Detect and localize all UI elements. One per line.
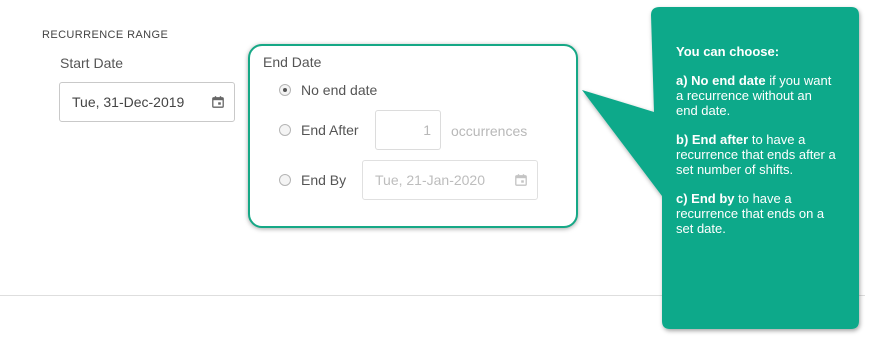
tooltip-heading: You can choose: (676, 44, 780, 59)
tooltip-item-b: b) End after to have a recurrence that e… (676, 132, 836, 177)
tooltip-item-a: a) No end date if you want a recurrence … (676, 73, 832, 118)
tooltip-item-c: c) End by to have a recurrence that ends… (676, 191, 825, 236)
tooltip-text: You can choose: a) No end date if you wa… (676, 44, 836, 250)
